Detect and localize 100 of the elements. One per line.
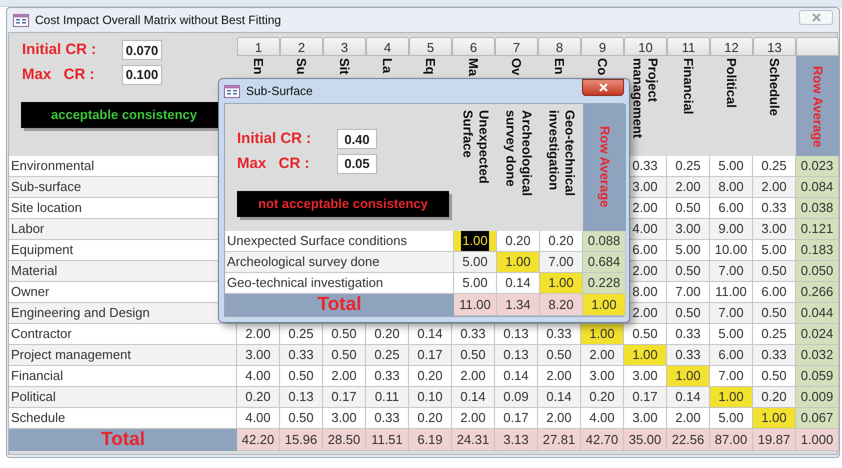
table-cell: 3.00 (624, 408, 667, 429)
column-header: Political (724, 58, 739, 108)
total-label: Total (225, 294, 454, 316)
table-cell: 0.20 (366, 324, 409, 345)
table-cell: 2.00 (452, 408, 495, 429)
table-cell: 0.33 (753, 345, 796, 366)
table-cell: 7.00 (710, 261, 753, 282)
column-number-button[interactable]: 7 (495, 37, 538, 56)
table-cell: 0.33 (753, 198, 796, 219)
table-cell: 0.14 (409, 324, 452, 345)
table-cell: 3.00 (667, 219, 710, 240)
total-average-cell: 1.000 (796, 429, 839, 451)
column-number-button[interactable]: 8 (538, 37, 581, 56)
table-cell: 2.00 (323, 366, 366, 387)
table-cell: 2.00 (581, 345, 624, 366)
column-number-button[interactable]: 6 (452, 37, 495, 56)
table-cell: 0.14 (452, 387, 495, 408)
close-icon (598, 82, 608, 92)
table-cell: 2.00 (667, 408, 710, 429)
cell-value: 0.20 (505, 232, 531, 250)
column-number-button[interactable]: 9 (581, 37, 624, 56)
cr-label: Max CR : (237, 154, 311, 174)
table-cell: 0.10 (409, 387, 452, 408)
column-number-button[interactable]: 13 (753, 37, 796, 56)
total-label: Total (9, 429, 237, 451)
column-header: Ov (509, 58, 524, 76)
column-number-button[interactable]: 10 (624, 37, 667, 56)
table-cell: 1.00 (581, 324, 624, 345)
close-button[interactable] (582, 78, 624, 96)
table-cell: 7.00 (710, 366, 753, 387)
column-number-button[interactable]: 2 (280, 37, 323, 56)
column-header: Financial (681, 58, 696, 114)
table-cell: 0.14 (495, 366, 538, 387)
consistency-banner: not acceptable consistency (237, 191, 449, 217)
table-cell: 0.50 (538, 345, 581, 366)
table-cell: 0.50 (323, 345, 366, 366)
cr-label: Initial CR : (237, 129, 312, 149)
total-cell: 27.81 (538, 429, 581, 451)
table-cell: 5.00 (710, 324, 753, 345)
cell-value: 1.00 (548, 274, 574, 292)
column-header: En (251, 58, 266, 75)
form-icon (13, 14, 29, 26)
cr-value-field[interactable]: 0.100 (122, 64, 162, 85)
table-cell: 8.00 (710, 177, 753, 198)
table-cell: 6.00 (710, 198, 753, 219)
table-cell: 2.00 (538, 408, 581, 429)
table-cell: 0.50 (667, 261, 710, 282)
table-cell: 0.50 (323, 324, 366, 345)
column-number-button[interactable]: 11 (667, 37, 710, 56)
average-cell: 0.032 (796, 345, 839, 366)
table-cell: 0.20 (581, 387, 624, 408)
average-cell: 0.067 (796, 408, 839, 429)
column-header: La (380, 58, 395, 74)
cr-value-field[interactable]: 0.070 (122, 40, 162, 60)
table-cell: 1.00 (624, 345, 667, 366)
total-cell: 6.19 (409, 429, 452, 451)
table-cell: 0.50 (280, 408, 323, 429)
column-number-button[interactable]: 5 (409, 37, 452, 56)
table-cell: 0.17 (495, 408, 538, 429)
table-cell: 10.00 (710, 240, 753, 261)
row-label: Geo-technical investigation (225, 273, 454, 294)
column-number-button[interactable]: 1 (237, 37, 280, 56)
table-cell: 3.00 (753, 219, 796, 240)
table-cell: 0.17 (409, 345, 452, 366)
table-cell: 0.14 (538, 387, 581, 408)
table-cell: 0.50 (452, 345, 495, 366)
average-cell: 0.121 (796, 219, 839, 240)
table-cell: 5.00 (710, 408, 753, 429)
table-cell: 1.00 (710, 387, 753, 408)
table-cell: 5.00 (710, 156, 753, 177)
table-cell: 3.00 (237, 345, 280, 366)
average-cell: 0.059 (796, 366, 839, 387)
row-label: Political (9, 387, 237, 408)
cell-value: 1.00 (505, 253, 531, 272)
total-cell: 22.56 (667, 429, 710, 451)
column-number-button[interactable]: 12 (710, 37, 753, 56)
table-cell: 0.50 (753, 261, 796, 282)
table-cell: 3.00 (323, 408, 366, 429)
table-cell: 0.13 (495, 324, 538, 345)
total-cell: 15.96 (280, 429, 323, 451)
table-cell: 0.09 (495, 387, 538, 408)
cr-value-field[interactable]: 0.40 (337, 129, 377, 150)
cell-value: 5.00 (462, 253, 488, 272)
column-number-button[interactable] (796, 37, 839, 56)
column-number-button[interactable]: 4 (366, 37, 409, 56)
row-label: Financial (9, 366, 237, 387)
table-cell: 0.25 (667, 156, 710, 177)
table-cell: 0.33 (280, 345, 323, 366)
total-cell: 35.00 (624, 429, 667, 451)
close-icon (812, 12, 820, 22)
total-cell: 42.70 (581, 429, 624, 451)
column-header: Sit (337, 58, 352, 75)
column-header: Archeological survey done (502, 110, 534, 198)
row-label: Engineering and Design (9, 303, 237, 324)
table-cell: 9.00 (710, 219, 753, 240)
table-cell: 6.00 (753, 282, 796, 303)
column-header: En (552, 58, 567, 75)
column-number-button[interactable]: 3 (323, 37, 366, 56)
cr-value-field[interactable]: 0.05 (337, 154, 377, 174)
dialog-title: Sub-Surface (246, 83, 314, 100)
